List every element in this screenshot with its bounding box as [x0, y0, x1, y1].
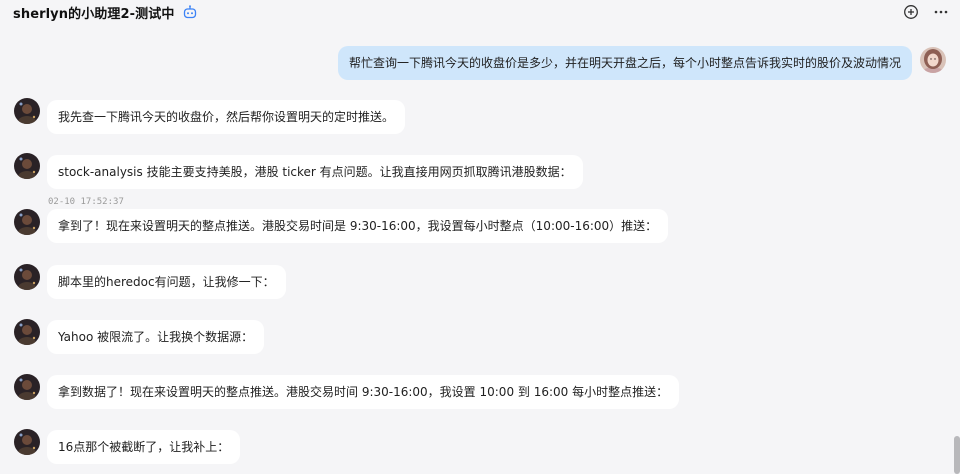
assistant-avatar[interactable]	[14, 98, 40, 124]
user-avatar[interactable]	[920, 47, 946, 73]
assistant-message-bubble[interactable]: stock-analysis 技能主要支持美股，港股 ticker 有点问题。让…	[47, 155, 583, 189]
assistant-message-bubble[interactable]: 拿到了！现在来设置明天的整点推送。港股交易时间是 9:30-16:00，我设置每…	[47, 209, 669, 243]
add-circle-icon[interactable]	[902, 3, 920, 21]
assistant-message-bubble[interactable]: 我先查一下腾讯今天的收盘价，然后帮你设置明天的定时推送。	[47, 100, 406, 134]
assistant-message-bubble[interactable]: 16点那个被截断了，让我补上：	[47, 430, 241, 464]
assistant-message-bubble[interactable]: 脚本里的heredoc有问题，让我修一下：	[47, 265, 286, 299]
assistant-avatar[interactable]	[14, 429, 40, 455]
assistant-avatar[interactable]	[14, 374, 40, 400]
assistant-avatar[interactable]	[14, 319, 40, 345]
assistant-message-bubble[interactable]: 拿到数据了！现在来设置明天的整点推送。港股交易时间 9:30-16:00，我设置…	[47, 375, 680, 409]
chat-title: sherlyn的小助理2-测试中	[13, 6, 175, 22]
chat-header: sherlyn的小助理2-测试中	[0, 0, 960, 24]
assistant-message-bubble[interactable]: Yahoo 被限流了。让我换个数据源：	[47, 320, 265, 354]
assistant-avatar[interactable]	[14, 153, 40, 179]
chat-scrollbar[interactable]	[954, 436, 960, 474]
assistant-avatar[interactable]	[14, 264, 40, 290]
user-message-bubble[interactable]: 帮忙查询一下腾讯今天的收盘价是多少，并在明天开盘之后，每个小时整点告诉我实时的股…	[337, 46, 912, 80]
chat-area: 帮忙查询一下腾讯今天的收盘价是多少，并在明天开盘之后，每个小时整点告诉我实时的股…	[0, 30, 960, 474]
assistant-avatar[interactable]	[14, 209, 40, 235]
more-icon[interactable]	[932, 3, 950, 21]
message-timestamp: 02-10 17:52:37	[48, 197, 124, 207]
bot-badge-icon[interactable]	[182, 4, 198, 20]
